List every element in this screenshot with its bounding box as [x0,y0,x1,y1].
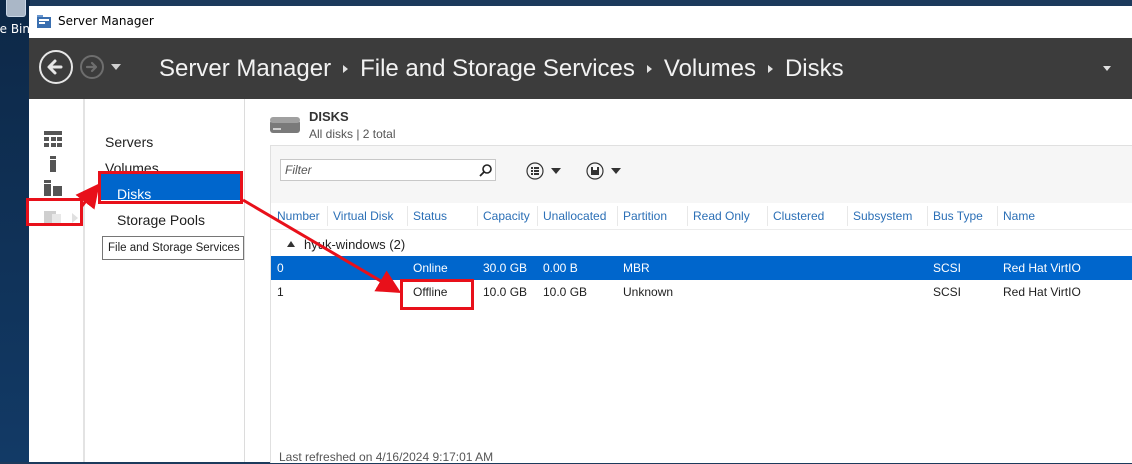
annotation-arrows [75,183,402,294]
arrow-to-disks [75,183,100,210]
arrow-to-offline [242,198,402,294]
